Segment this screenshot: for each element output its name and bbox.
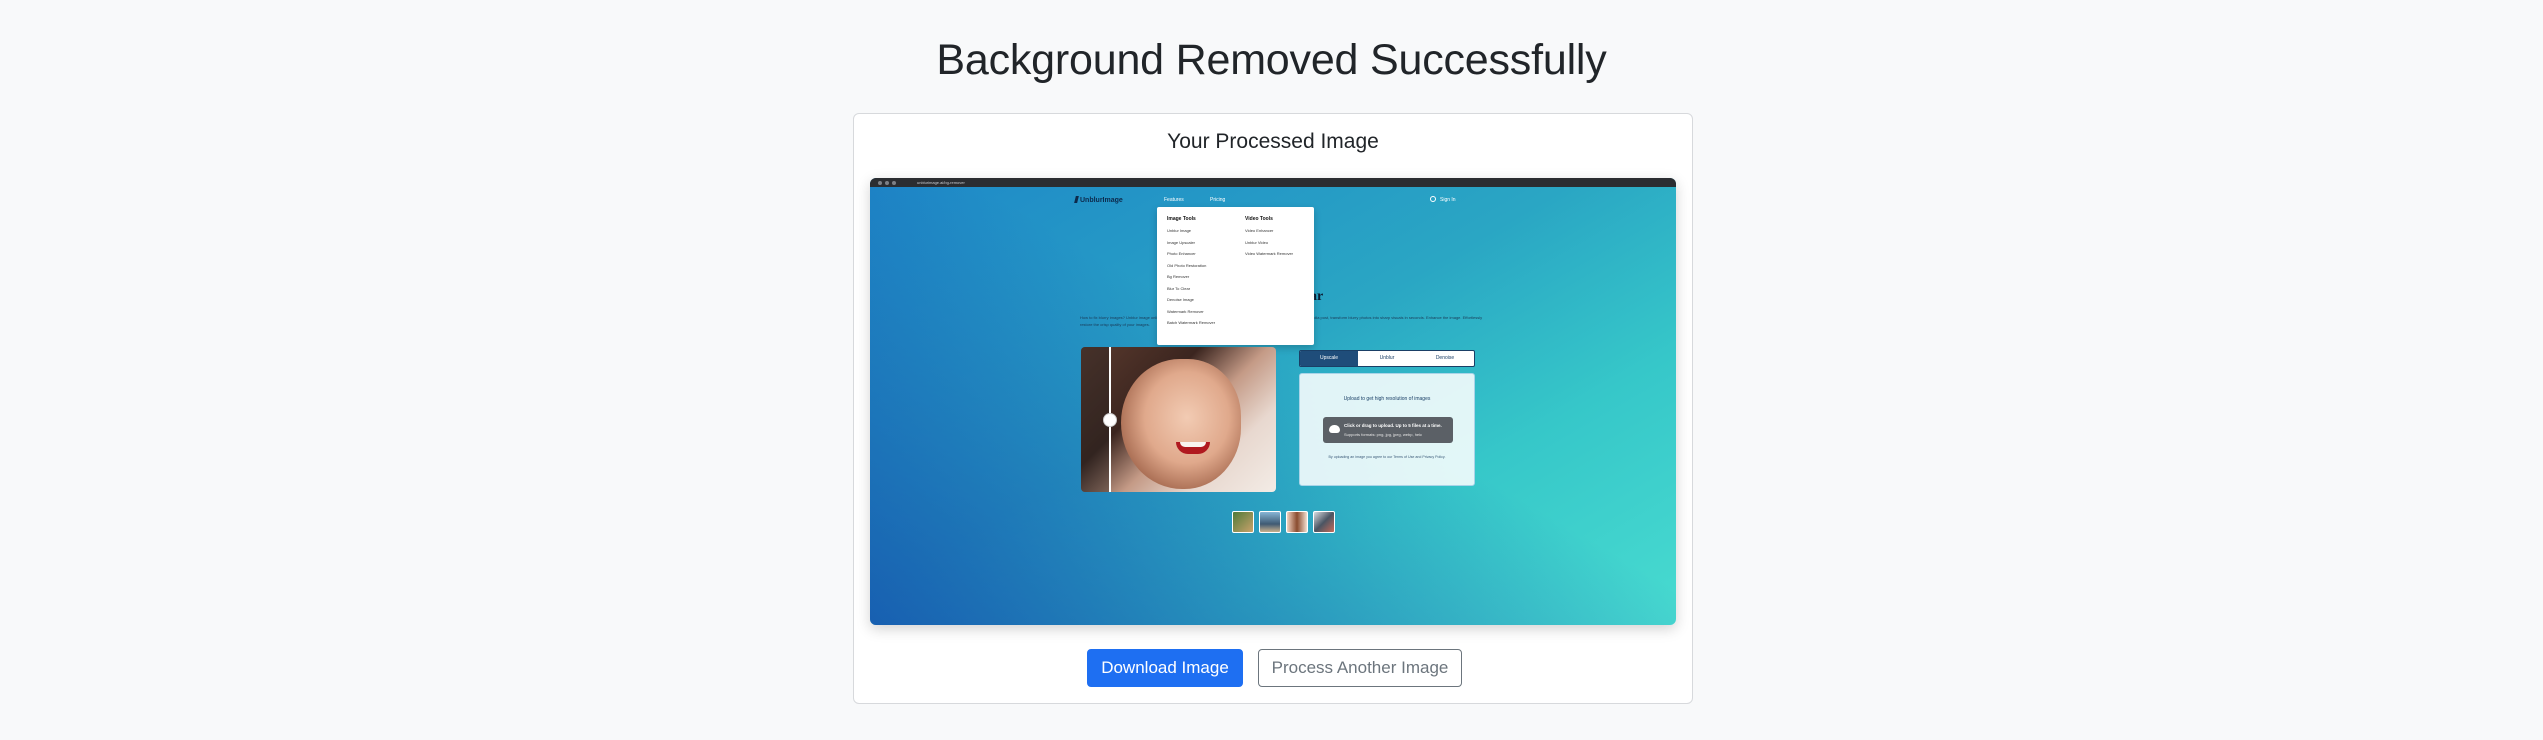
dropdown-item: Photo Enhancer: [1167, 251, 1196, 256]
features-dropdown: Image Tools Unblur Image Image Upscaler …: [1157, 207, 1314, 345]
logo-icon: [1074, 196, 1079, 203]
sample-thumbnail: [1286, 511, 1308, 533]
image-tools-column: Image Tools Unblur Image Image Upscaler …: [1167, 216, 1215, 332]
user-icon: [1430, 196, 1436, 202]
browser-dot-icon: [878, 180, 882, 185]
cloud-upload-icon: [1329, 425, 1340, 433]
upload-button: Click or drag to upload. Up to 5 files a…: [1323, 417, 1453, 443]
upload-panel: Upload to get high resolution of images …: [1299, 373, 1475, 486]
card-title: Your Processed Image: [1167, 130, 1379, 153]
dropdown-item: Unblur Image: [1167, 228, 1192, 233]
tab-unblur: Unblur: [1379, 355, 1395, 361]
dropdown-item: Video Enhancer: [1245, 228, 1274, 233]
compare-handle-icon: [1103, 413, 1117, 427]
upload-terms: By uploading an image you agree to our T…: [1328, 455, 1446, 459]
upload-button-label: Click or drag to upload. Up to 5 files a…: [1344, 423, 1442, 428]
dropdown-item: Watermark Remover: [1167, 308, 1204, 314]
upload-heading: Upload to get high resolution of images: [1343, 396, 1431, 402]
sample-thumbnail: [1259, 511, 1281, 533]
browser-dot-icon: [892, 180, 896, 185]
sample-thumbnail: [1232, 511, 1254, 533]
image-tools-heading: Image Tools: [1167, 216, 1196, 222]
portrait-teeth: [1180, 442, 1206, 447]
dropdown-item: Denoise Image: [1167, 297, 1194, 302]
dropdown-item: Video Watermark Remover: [1245, 251, 1294, 256]
nav-features: Features: [1164, 197, 1184, 203]
logo: UnblurImage: [1074, 196, 1123, 204]
nav-sign-in: Sign In: [1440, 197, 1456, 203]
browser-dot-icon: [885, 180, 889, 185]
processed-image: unblurimage.ai/bg-remover UnblurImage Fe…: [870, 178, 1676, 625]
video-tools-heading: Video Tools: [1245, 216, 1273, 222]
portrait-face: [1121, 359, 1241, 489]
page-title: Background Removed Successfully: [936, 36, 1607, 84]
sample-thumbnail: [1313, 511, 1335, 533]
tab-upscale: Upscale: [1300, 351, 1358, 366]
dropdown-item: Blur To Clear: [1167, 285, 1191, 291]
video-tools-column: Video Tools Video Enhancer Unblur Video …: [1245, 216, 1293, 263]
dropdown-item: Unblur Video: [1245, 239, 1269, 245]
browser-url: unblurimage.ai/bg-remover: [917, 180, 965, 185]
upload-formats: Supports formats: png, jpg, jpeg, webp, …: [1344, 432, 1423, 437]
sample-thumbnails: [1232, 511, 1335, 533]
result-card: Your Processed Image unblurimage.ai/bg-r…: [853, 113, 1693, 704]
dropdown-item: Batch Watermark Remover: [1167, 320, 1216, 325]
dropdown-item: Image Upscaler: [1167, 239, 1196, 245]
dropdown-item: Bg Remover: [1167, 274, 1190, 279]
download-image-button[interactable]: Download Image: [1087, 649, 1243, 687]
process-another-image-button[interactable]: Process Another Image: [1258, 649, 1462, 687]
logo-text: UnblurImage: [1080, 197, 1123, 204]
mode-tabs: Upscale Unblur Denoise: [1299, 350, 1475, 367]
tab-denoise: Denoise: [1435, 355, 1455, 361]
dropdown-item: Old Photo Restoration: [1167, 262, 1207, 268]
browser-bar: unblurimage.ai/bg-remover: [870, 178, 1676, 187]
nav-pricing: Pricing: [1210, 197, 1226, 203]
before-after-photo: [1081, 347, 1276, 492]
